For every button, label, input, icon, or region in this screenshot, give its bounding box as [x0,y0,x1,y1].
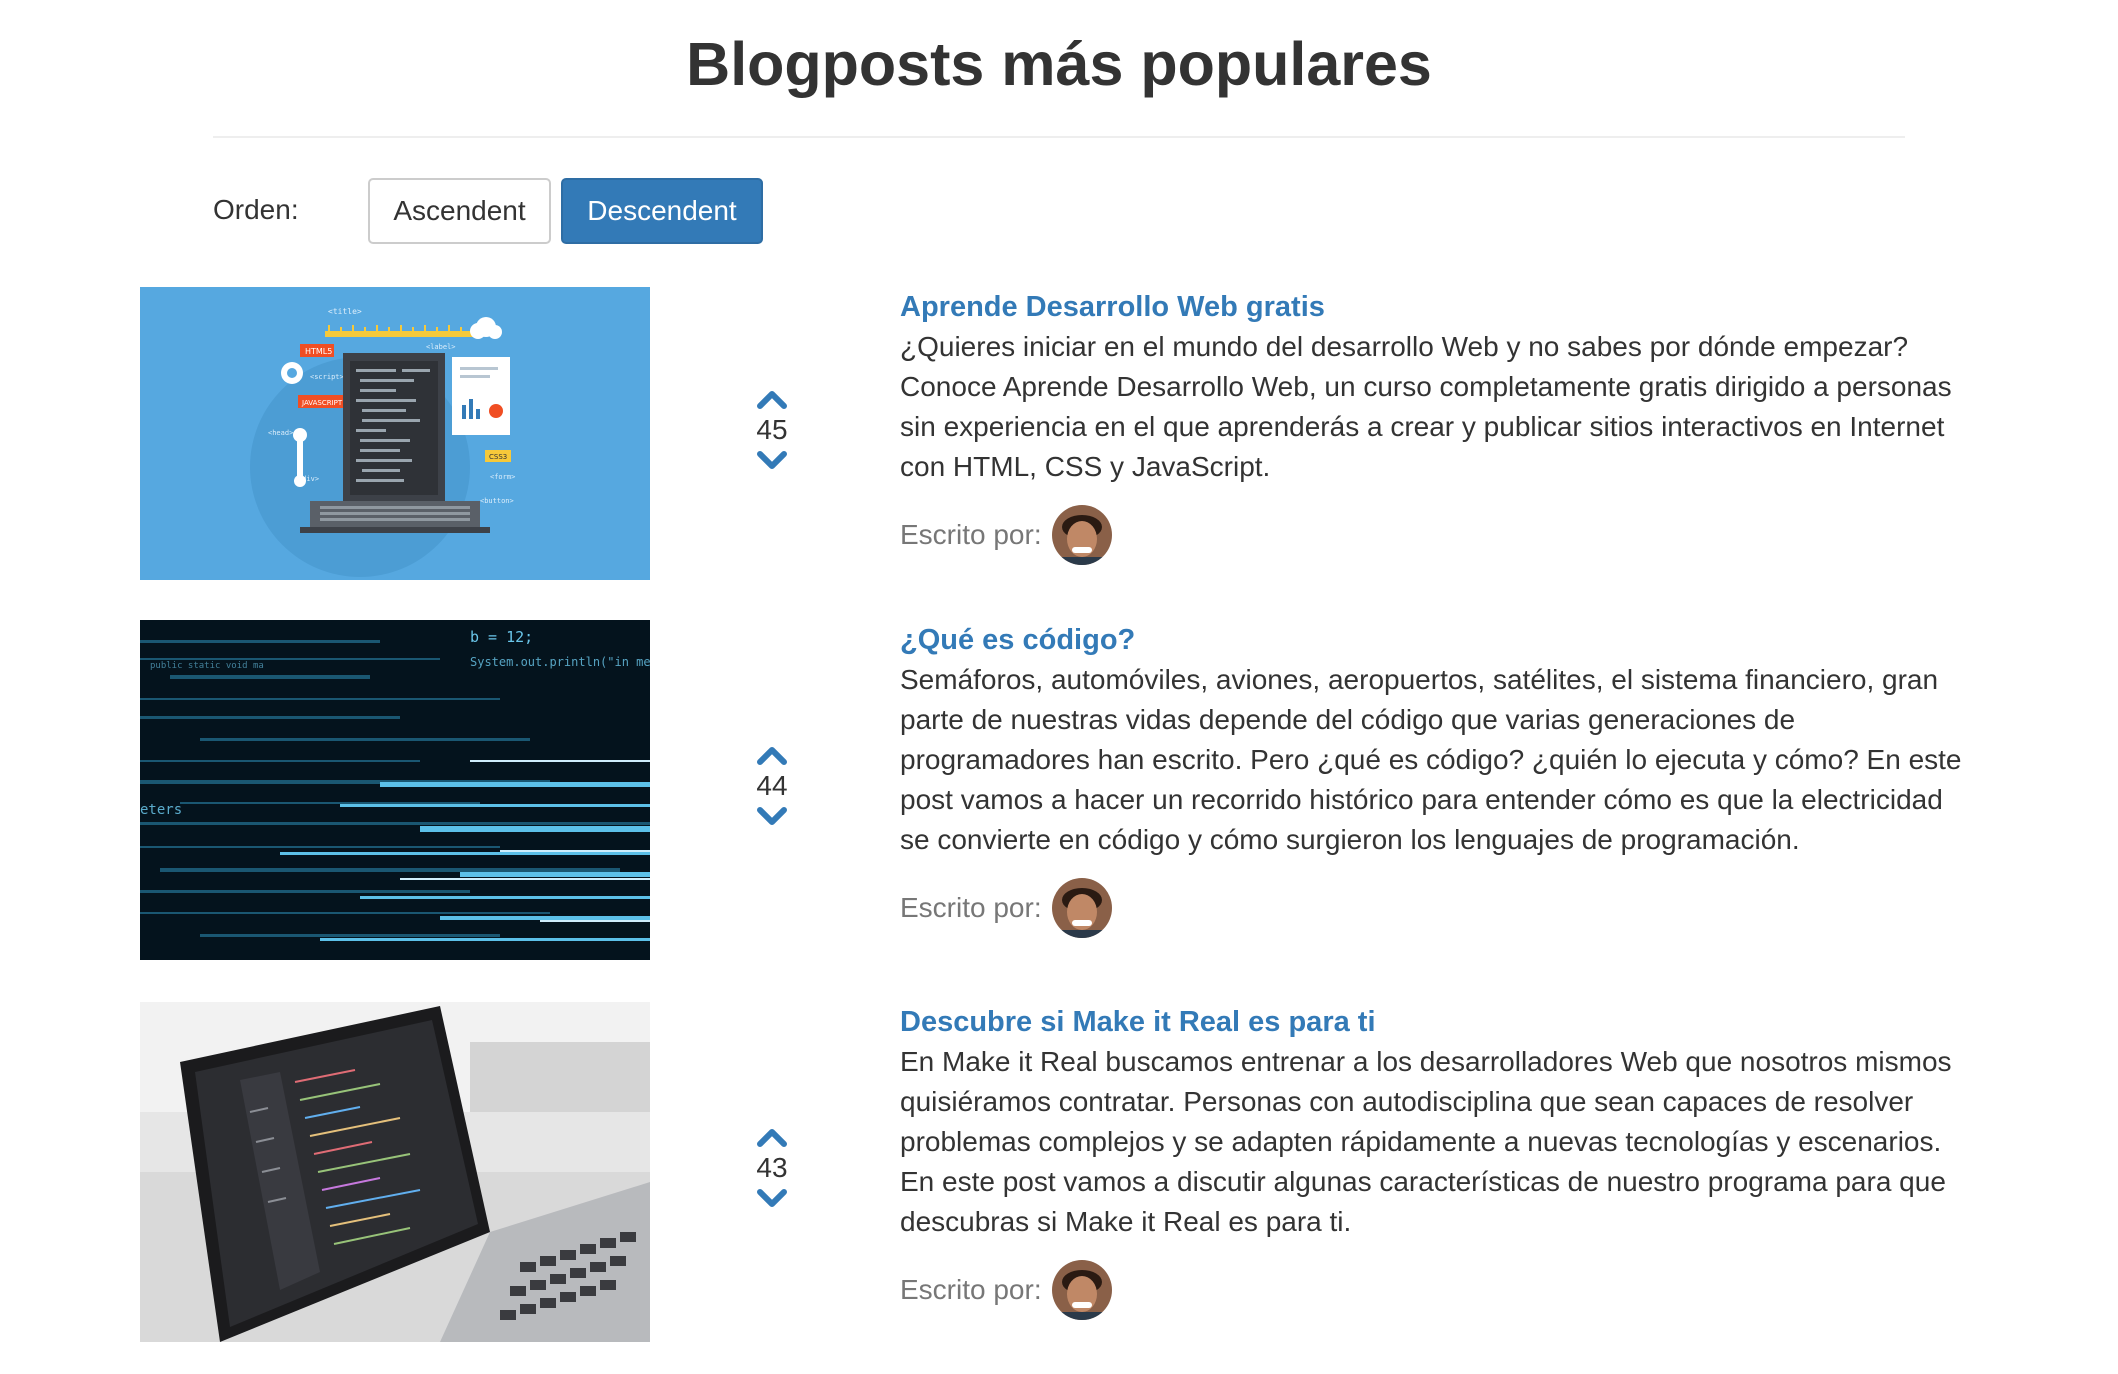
post-image-laptop[interactable] [140,1002,650,1342]
author-label: Escrito por: [900,1274,1042,1305]
author-row: Escrito por: [900,878,1970,938]
post-title-link[interactable]: ¿Qué es código? [900,620,1970,660]
post-item: b = 12; System.out.println("in me public… [140,620,1970,960]
sort-label: Orden: [213,194,299,225]
image-label-title: <title> [328,307,362,316]
post-excerpt: En Make it Real buscamos entrenar a los … [900,1046,1952,1237]
author-label: Escrito por: [900,892,1042,923]
image-code-text-1: b = 12; [470,628,533,646]
sort-ascending-button[interactable]: Ascendent [368,178,551,244]
chevron-up-icon[interactable] [756,744,788,766]
image-label-label: <label> [426,343,456,351]
vote-count: 45 [756,414,788,445]
image-label-css3: CSS3 [489,453,507,461]
author-row: Escrito por: [900,1260,1970,1320]
image-label-html5: HTML5 [305,347,332,356]
post-title-link[interactable]: Aprende Desarrollo Web gratis [900,287,1970,327]
post-excerpt: Semáforos, automóviles, aviones, aeropue… [900,664,1962,855]
vote-controls: 43 [732,1126,812,1210]
vote-controls: 44 [732,744,812,828]
chevron-down-icon[interactable] [756,450,788,472]
chevron-down-icon[interactable] [756,806,788,828]
title-divider [213,136,1905,138]
chevron-up-icon[interactable] [756,388,788,410]
author-avatar[interactable] [1052,505,1112,565]
post-content: ¿Qué es código? Semáforos, automóviles, … [900,620,1970,938]
author-avatar[interactable] [1052,878,1112,938]
image-label-javascript: JAVASCRIPT [301,399,343,407]
post-image-code[interactable]: b = 12; System.out.println("in me public… [140,620,650,960]
chevron-up-icon[interactable] [756,1126,788,1148]
vote-count: 43 [756,1152,788,1183]
vote-count: 44 [756,770,788,801]
author-avatar[interactable] [1052,1260,1112,1320]
author-row: Escrito por: [900,505,1970,565]
post-excerpt: ¿Quieres iniciar en el mundo del desarro… [900,331,1952,482]
image-label-script: <script> [310,373,344,381]
post-title-link[interactable]: Descubre si Make it Real es para ti [900,1002,1970,1042]
sort-descending-button[interactable]: Descendent [561,178,763,244]
image-label-button: <button> [480,497,514,505]
page-title: Blogposts más populares [686,30,1432,98]
post-content: Descubre si Make it Real es para ti En M… [900,1002,1970,1320]
post-item: <title> HTML5 JAVASCRIPT CSS3 <script> <… [140,287,1970,582]
post-item: 43 Descubre si Make it Real es para ti E… [140,1002,1970,1342]
image-code-text-4: eters [140,802,182,818]
post-image-web-development[interactable]: <title> HTML5 JAVASCRIPT CSS3 <script> <… [140,287,650,580]
author-label: Escrito por: [900,519,1042,550]
image-label-head: <head> [268,429,293,437]
image-code-text-2: System.out.println("in me [470,655,650,669]
chevron-down-icon[interactable] [756,1188,788,1210]
image-label-form: <form> [490,473,515,481]
image-code-text-3: public static void ma [150,661,264,671]
vote-controls: 45 [732,388,812,472]
post-content: Aprende Desarrollo Web gratis ¿Quieres i… [900,287,1970,565]
